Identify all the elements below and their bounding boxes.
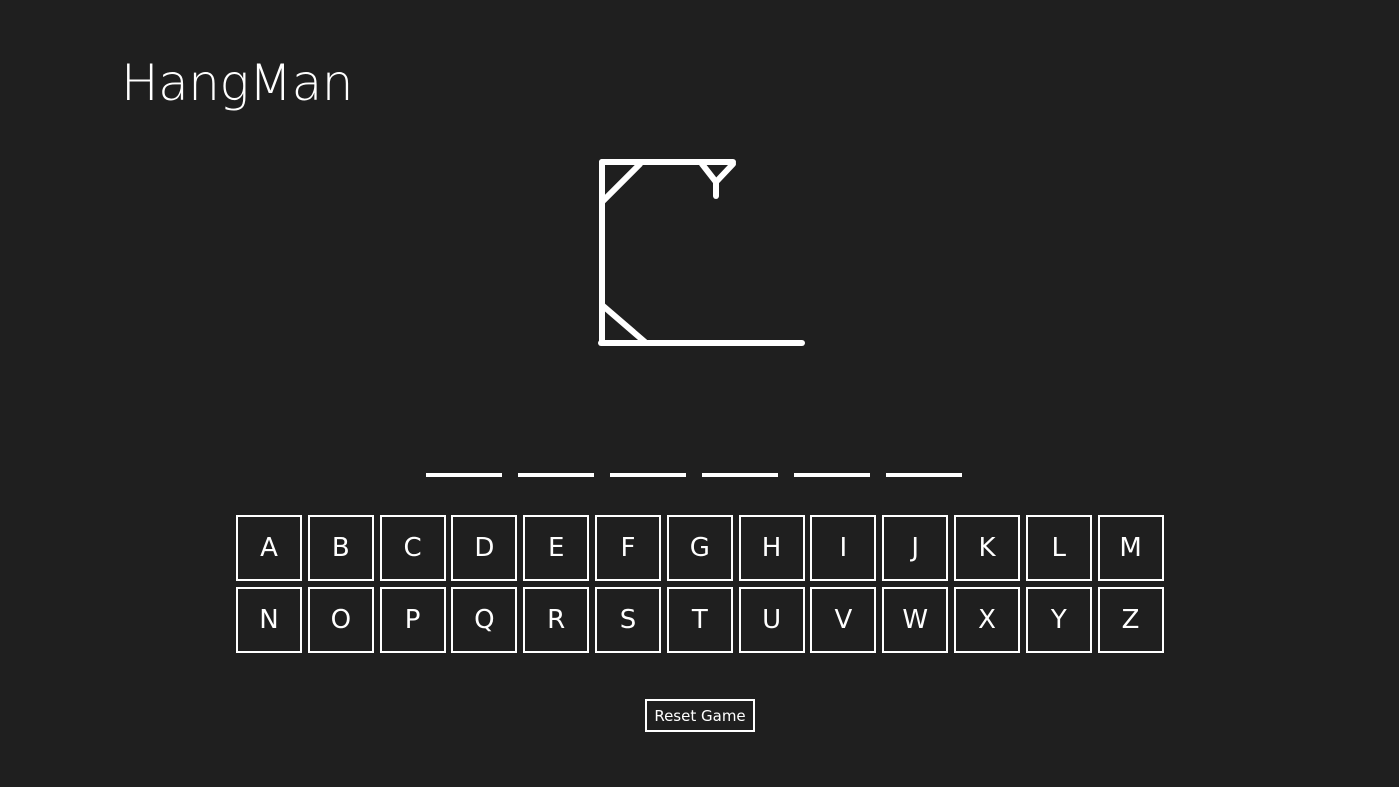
letter-key-w[interactable]: W [882, 587, 949, 653]
letter-blank [610, 473, 686, 477]
letter-blank [518, 473, 594, 477]
letter-key-x[interactable]: X [953, 587, 1020, 653]
letter-key-q[interactable]: Q [451, 587, 518, 653]
letter-key-s[interactable]: S [594, 587, 661, 653]
page-title: HangMan [121, 54, 353, 112]
reset-game-button[interactable]: Reset Game [645, 699, 755, 732]
letter-key-o[interactable]: O [307, 587, 374, 653]
letter-key-t[interactable]: T [666, 587, 733, 653]
letter-key-p[interactable]: P [379, 587, 446, 653]
letter-key-g[interactable]: G [666, 515, 733, 581]
gallows-bottom-brace [599, 302, 648, 345]
noose-left [699, 161, 719, 185]
letter-key-m[interactable]: M [1097, 515, 1164, 581]
letter-key-y[interactable]: Y [1025, 587, 1092, 653]
letter-key-r[interactable]: R [523, 587, 590, 653]
letter-key-z[interactable]: Z [1097, 587, 1164, 653]
letter-key-c[interactable]: C [379, 515, 446, 581]
letter-blank [794, 473, 870, 477]
letter-key-l[interactable]: L [1025, 515, 1092, 581]
letter-keyboard: ABCDEFGHIJKLM NOPQRSTUVWXYZ [236, 515, 1164, 653]
letter-key-e[interactable]: E [523, 515, 590, 581]
letter-key-h[interactable]: H [738, 515, 805, 581]
letter-key-d[interactable]: D [451, 515, 518, 581]
gallows-top-brace [599, 161, 643, 205]
letter-key-n[interactable]: N [236, 587, 302, 653]
word-blanks [426, 473, 962, 477]
letter-blank [426, 473, 502, 477]
letter-key-v[interactable]: V [810, 587, 877, 653]
gallows-drawing [598, 159, 805, 346]
letter-key-i[interactable]: I [810, 515, 877, 581]
letter-key-j[interactable]: J [882, 515, 949, 581]
letter-key-b[interactable]: B [307, 515, 374, 581]
letter-key-k[interactable]: K [953, 515, 1020, 581]
noose-right [713, 161, 736, 185]
letter-key-u[interactable]: U [738, 587, 805, 653]
letter-key-a[interactable]: A [236, 515, 302, 581]
hangman-app: HangMan ABCDEFGHIJKLM NOPQRSTUVWXYZ Reset… [0, 0, 1399, 787]
letter-blank [702, 473, 778, 477]
letter-blank [886, 473, 962, 477]
letter-key-f[interactable]: F [594, 515, 661, 581]
